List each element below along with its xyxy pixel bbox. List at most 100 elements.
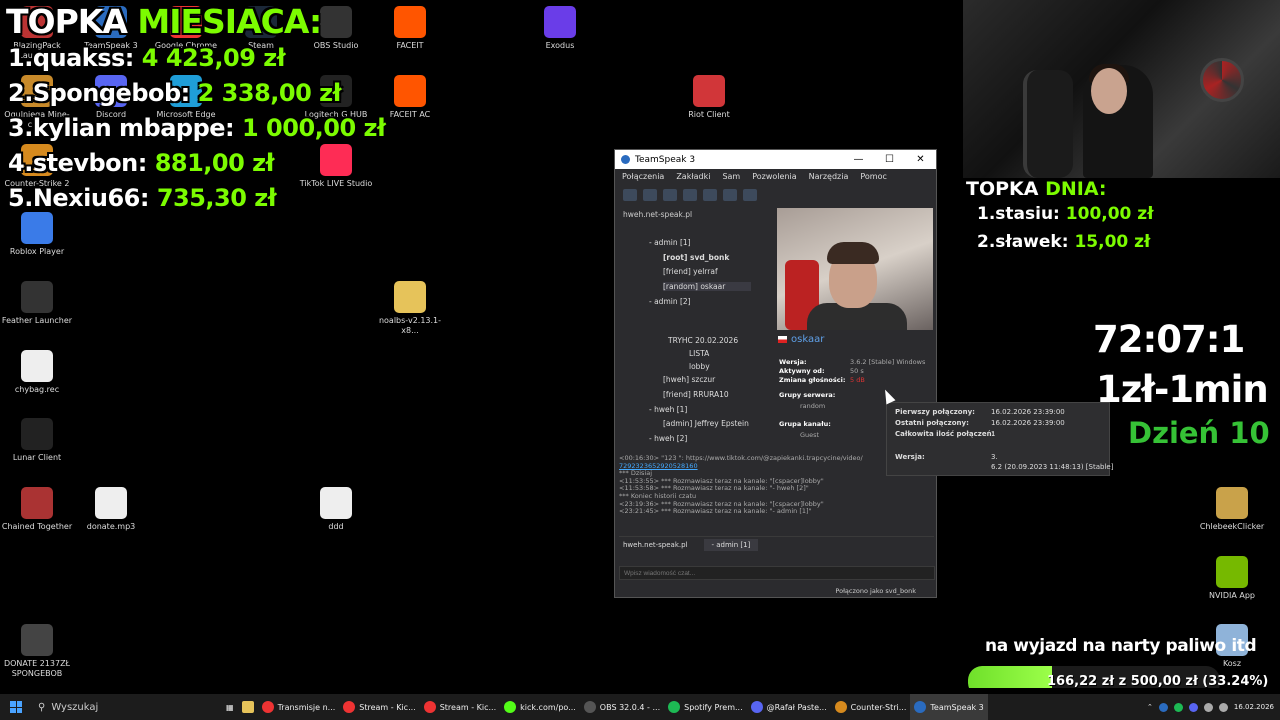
audio-file-icon	[95, 487, 127, 519]
desktop-icon[interactable]: FACEIT	[373, 6, 447, 51]
chrome-icon	[261, 701, 274, 713]
desktop-icon[interactable]: donate.mp3	[74, 487, 148, 532]
subscribe-icon[interactable]	[723, 189, 737, 201]
client-name: oskaar	[778, 334, 934, 345]
minimize-button[interactable]: —	[843, 154, 874, 165]
task-view-button[interactable]: ▦	[222, 694, 238, 720]
taskbar-app[interactable]: OBS 32.0.4 - ...	[580, 694, 664, 720]
mute-speaker-icon[interactable]	[683, 189, 697, 201]
taskbar-app[interactable]: @Rafał Paste...	[747, 694, 831, 720]
mute-mic-icon[interactable]	[663, 189, 677, 201]
desktop-icon[interactable]: Exodus	[523, 6, 597, 51]
chevron-up-icon[interactable]: ⌃	[1147, 703, 1153, 711]
client-oskaar[interactable]: [random] oskaar	[663, 282, 752, 291]
client-tooltip: Pierwszy połączony: 16.02.2026 23:39:00 …	[886, 402, 1113, 476]
ts-menubar: Połączenia Zakładki Sam Pozwolenia Narzę…	[615, 169, 936, 184]
maximize-button[interactable]: ☐	[874, 154, 905, 165]
spotify-icon	[668, 701, 681, 713]
desktop-icon[interactable]: Riot Client	[672, 75, 746, 120]
client-avatar-video	[777, 208, 933, 330]
desktop-icon[interactable]: noalbs-v2.13.1-x8...	[373, 281, 447, 336]
chrome-icon	[343, 701, 356, 713]
taskbar-app-label: Stream - Kic...	[359, 702, 416, 712]
tray-app-icon[interactable]	[1158, 702, 1168, 712]
faceit-icon	[394, 6, 426, 38]
folder-icon	[241, 701, 254, 713]
tooltip-version-value-1: 3.	[991, 453, 998, 461]
desktop-icon[interactable]: chybag.rec	[0, 350, 74, 395]
desktop-icon[interactable]: TikTok LIVE Studio	[299, 144, 373, 189]
menu-polaczenia[interactable]: Połączenia	[622, 172, 664, 181]
desktop-icon-label: DONATE 2137ZŁ SPONGEBOB	[3, 659, 71, 678]
menu-sam[interactable]: Sam	[722, 172, 740, 181]
server-name[interactable]: hweh.net-speak.pl	[623, 210, 692, 219]
taskbar-app[interactable]: kick.com/po...	[500, 694, 580, 720]
client-svd-bonk[interactable]: [root] svd_bonk	[663, 253, 729, 262]
disconnect-icon[interactable]	[623, 189, 637, 201]
teamspeak-window[interactable]: TeamSpeak 3 — ☐ ✕ Połączenia Zakładki Sa…	[614, 149, 937, 598]
bookmark-icon[interactable]	[643, 189, 657, 201]
wifi-icon[interactable]	[1203, 702, 1213, 712]
server-groups-value: random	[800, 402, 826, 410]
desktop-icon[interactable]: Chained Together	[0, 487, 74, 532]
desktop-icon[interactable]: ddd	[299, 487, 373, 532]
file-icon	[320, 487, 352, 519]
clock-date[interactable]: 16.02.2026	[1234, 703, 1274, 711]
away-icon[interactable]	[703, 189, 717, 201]
menu-pozwolenia[interactable]: Pozwolenia	[752, 172, 796, 181]
desktop: BlazingPack Launcher TeamSpeak 3 Client Go…	[0, 0, 1280, 688]
chat-tabs: hweh.net-speak.pl - admin [1]	[619, 536, 934, 552]
tray-app-icon[interactable]	[1173, 702, 1183, 712]
taskbar-app[interactable]: TeamSpeak 3	[910, 694, 988, 720]
desktop-icon-label: NVIDIA App	[1209, 591, 1255, 600]
channel-hweh-2[interactable]: - hweh [2]	[649, 434, 687, 443]
desktop-icon[interactable]: Feather Launcher	[0, 281, 74, 326]
channel-admin-2[interactable]: - admin [2]	[649, 297, 691, 306]
desktop-icon[interactable]: DONATE 2137ZŁ SPONGEBOB	[0, 624, 74, 679]
desktop-icon[interactable]: ChlebeekClicker	[1195, 487, 1269, 532]
contacts-icon[interactable]	[743, 189, 757, 201]
channel-hweh-1[interactable]: - hweh [1]	[649, 405, 687, 414]
ts-titlebar[interactable]: TeamSpeak 3 — ☐ ✕	[615, 150, 936, 169]
client-rrura10[interactable]: [friend] RRURA10	[663, 390, 729, 399]
taskbar-app[interactable]: Stream - Kic...	[339, 694, 419, 720]
menu-pomoc[interactable]: Pomoc	[860, 172, 887, 181]
desktop-icon[interactable]: Roblox Player	[0, 212, 74, 257]
client-jeffrey[interactable]: [admin] Jeffrey Epstein	[663, 419, 749, 428]
channel-lista[interactable]: LISTA	[689, 349, 709, 358]
client-yelrraf[interactable]: [friend] yelrraf	[663, 267, 718, 276]
desktop-icon[interactable]: Lunar Client	[0, 418, 74, 463]
file-explorer-button[interactable]	[238, 694, 258, 720]
task-view-icon: ▦	[226, 702, 234, 712]
channel-lobby[interactable]: lobby	[689, 362, 710, 371]
chat-message-input[interactable]	[619, 566, 935, 580]
start-button[interactable]	[0, 694, 32, 720]
desktop-icon[interactable]: NVIDIA App	[1195, 556, 1269, 601]
taskbar-app[interactable]: Stream - Kic...	[420, 694, 500, 720]
channel-admin-1[interactable]: - admin [1]	[649, 238, 691, 247]
teamspeak-icon	[914, 701, 927, 713]
taskbar-app[interactable]: Transmisje n...	[258, 694, 340, 720]
taskbar-app[interactable]: Counter-Stri...	[831, 694, 911, 720]
tab-server[interactable]: hweh.net-speak.pl	[623, 541, 688, 549]
volume-icon[interactable]	[1218, 702, 1228, 712]
taskbar-search[interactable]: ⚲ Wyszukaj	[32, 694, 222, 720]
tray-app-icon[interactable]	[1188, 702, 1198, 712]
close-button[interactable]: ✕	[905, 154, 936, 165]
volume-value: 5 dB	[850, 376, 865, 384]
taskbar-app-label: Transmisje n...	[277, 702, 336, 712]
rank-4: 4.stevbon: 881,00 zł	[8, 149, 275, 177]
tab-channel[interactable]: - admin [1]	[703, 538, 759, 551]
client-szczur[interactable]: [hweh] szczur	[663, 375, 715, 384]
menu-zakladki[interactable]: Zakładki	[676, 172, 710, 181]
clicker-icon	[1216, 487, 1248, 519]
channel-tryhc[interactable]: TRYHC 20.02.2026	[668, 336, 738, 345]
taskbar-app-label: OBS 32.0.4 - ...	[599, 702, 661, 712]
menu-narzedzia[interactable]: Narzędzia	[809, 172, 849, 181]
desktop-icon-label: chybag.rec	[14, 385, 60, 394]
tooltip-total-value: 1	[991, 430, 996, 438]
taskbar-app[interactable]: Spotify Prem...	[664, 694, 747, 720]
topka-dnia-title: TOPKA DNIA:	[966, 178, 1107, 200]
volume-label: Zmiana głośności:	[779, 376, 846, 384]
taskbar-app-label: TeamSpeak 3	[930, 702, 984, 712]
